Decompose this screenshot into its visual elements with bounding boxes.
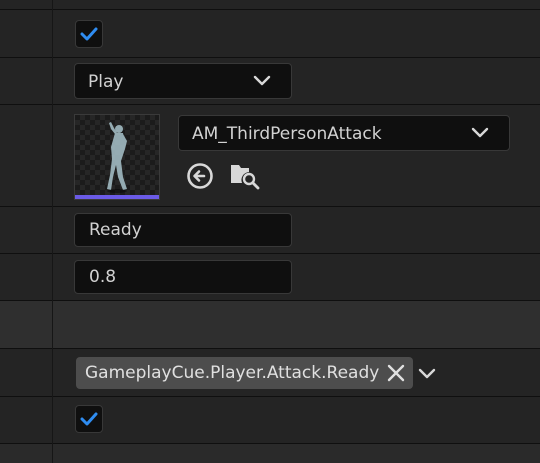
use-selected-asset-button[interactable]: [185, 161, 215, 191]
gameplay-tag-label: GameplayCue.Player.Attack.Ready: [85, 363, 380, 383]
chevron-down-icon[interactable]: [418, 367, 436, 381]
gameplay-tag-chip: GameplayCue.Player.Attack.Ready: [76, 357, 413, 389]
checkbox-top[interactable]: [75, 20, 103, 48]
row-separator: [0, 9, 540, 10]
row-separator: [0, 300, 540, 301]
state-text-value: Ready: [89, 220, 142, 240]
section-header: [0, 300, 540, 348]
state-text-field[interactable]: Ready: [74, 213, 292, 247]
column-divider[interactable]: [52, 0, 53, 463]
asset-type-bar: [75, 195, 159, 199]
row-separator: [0, 206, 540, 207]
play-mode-dropdown[interactable]: Play: [74, 63, 292, 99]
character-figure-icon: [107, 122, 127, 193]
row-bottom: [0, 444, 540, 463]
checkmark-icon: [80, 412, 98, 426]
montage-asset-name: AM_ThirdPersonAttack: [192, 124, 382, 144]
montage-asset-dropdown[interactable]: AM_ThirdPersonAttack: [178, 115, 510, 151]
close-icon[interactable]: [386, 363, 406, 383]
checkmark-icon: [80, 27, 98, 41]
folder-search-icon: [231, 165, 260, 190]
details-panel: Play AM_ThirdPersonAttack Ready 0.8 Game…: [0, 0, 540, 463]
browse-asset-button[interactable]: [229, 159, 260, 190]
row-separator: [0, 396, 540, 397]
chevron-down-icon: [253, 75, 271, 86]
number-value: 0.8: [89, 267, 117, 287]
row-separator: [0, 57, 540, 58]
arrow-left-circle-icon: [187, 163, 213, 189]
checkbox-bottom[interactable]: [75, 405, 103, 433]
number-field[interactable]: 0.8: [74, 260, 292, 294]
chevron-down-icon: [471, 127, 489, 138]
row-separator: [0, 104, 540, 105]
montage-thumbnail[interactable]: [74, 114, 160, 200]
row-separator: [0, 348, 540, 349]
play-mode-value: Play: [88, 72, 124, 92]
row-separator: [0, 253, 540, 254]
